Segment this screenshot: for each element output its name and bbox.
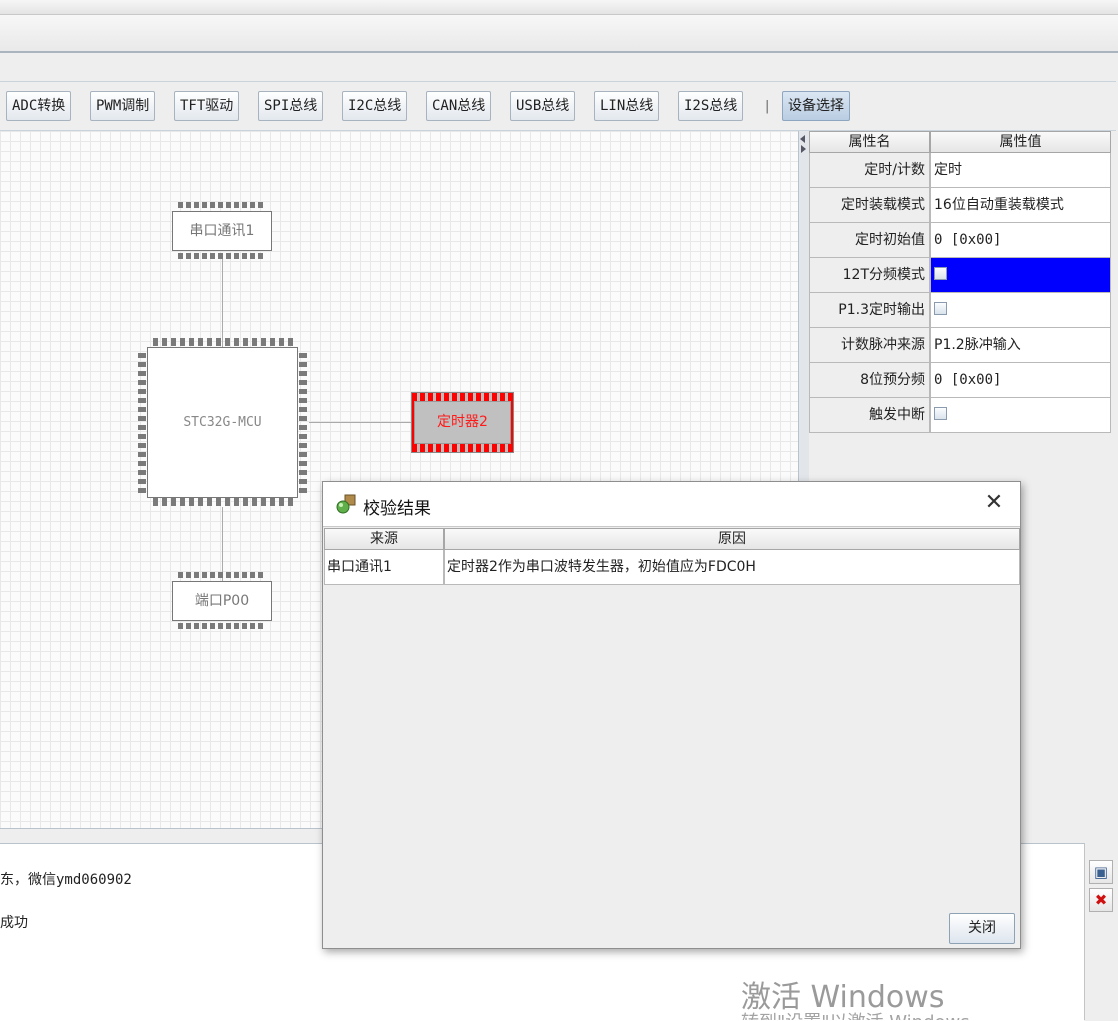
property-value[interactable]: 16位自动重装载模式 [930,188,1111,223]
header-reason[interactable]: 原因 [444,528,1020,550]
result-table: 来源 原因 串口通讯1 定时器2作为串口波特发生器，初始值应为FDC0H [323,526,1020,908]
chip-port[interactable]: 端口P00 [172,572,272,631]
chip-pins [178,572,266,578]
tft-button[interactable]: TFT驱动 [174,91,240,121]
can-button[interactable]: CAN总线 [426,91,492,121]
property-name: 触发中断 [809,398,930,433]
menu-bar [0,15,1118,53]
property-row[interactable]: 计数脉冲来源 P1.2脉冲输入 [809,328,1111,363]
wire-uart-mcu [222,254,223,347]
property-value[interactable]: 定时 [930,153,1111,188]
wire-mcu-port [222,507,223,581]
property-value[interactable]: P1.2脉冲输入 [930,328,1111,363]
interrupt-checkbox[interactable] [934,407,947,420]
property-value[interactable] [930,258,1111,293]
property-row[interactable]: 定时/计数 定时 [809,153,1111,188]
save-icon[interactable]: ▣ [1089,860,1113,884]
window-title-bar [0,0,1118,15]
property-name: 定时/计数 [809,153,930,188]
property-name: 8位预分频 [809,363,930,398]
lin-button[interactable]: LIN总线 [594,91,660,121]
log-line: 东，微信ymd060902 [0,872,132,888]
app-icon [336,494,356,514]
chip-timer[interactable]: 定时器2 [411,392,514,453]
usb-button[interactable]: USB总线 [510,91,576,121]
log-tools: ▣ ✖ [1084,843,1118,1020]
chip-uart-label: 串口通讯1 [172,211,272,251]
toolbar-separator: | [765,99,770,114]
property-row[interactable]: 定时装载模式 16位自动重装载模式 [809,188,1111,223]
dialog-footer: 关闭 [323,907,1020,948]
dialog-title-bar[interactable]: 校验结果 ✕ [323,482,1020,526]
log-line: 成功 [0,915,28,931]
property-row-selected[interactable]: 12T分频模式 [809,258,1111,293]
spi-button[interactable]: SPI总线 [258,91,324,121]
property-name: 定时装载模式 [809,188,930,223]
close-icon[interactable]: ✕ [982,491,1006,515]
12t-checkbox[interactable] [934,267,947,280]
property-value[interactable]: 0 [0x00] [930,363,1111,398]
property-name: 定时初始值 [809,223,930,258]
chip-pins [299,353,307,493]
property-value[interactable] [930,398,1111,433]
property-row[interactable]: P1.3定时输出 [809,293,1111,328]
property-row[interactable]: 触发中断 [809,398,1111,433]
property-value[interactable] [930,293,1111,328]
property-name: 计数脉冲来源 [809,328,930,363]
header-property-value[interactable]: 属性值 [930,131,1111,153]
device-select-button[interactable]: 设备选择 [782,91,850,121]
dialog-title: 校验结果 [363,499,431,519]
property-name: 12T分频模式 [809,258,930,293]
cell-source: 串口通讯1 [324,550,444,585]
chip-uart[interactable]: 串口通讯1 [172,202,272,261]
validation-dialog: 校验结果 ✕ 来源 原因 串口通讯1 定时器2作为串口波特发生器，初始值应为FD… [322,481,1021,949]
toolbar: ADC转换 PWM调制 TFT驱动 SPI总线 I2C总线 CAN总线 USB总… [0,81,1116,131]
close-button[interactable]: 关闭 [949,913,1015,944]
chip-timer-label: 定时器2 [414,401,511,444]
chip-pins [178,253,266,259]
wire-mcu-timer [309,422,412,423]
header-source[interactable]: 来源 [324,528,444,550]
property-row[interactable]: 8位预分频 0 [0x00] [809,363,1111,398]
property-name: P1.3定时输出 [809,293,930,328]
property-table-header: 属性名 属性值 [809,131,1111,153]
chip-mcu-label: STC32G-MCU [147,347,298,498]
i2s-button[interactable]: I2S总线 [678,91,744,121]
chip-pins [178,623,266,629]
cell-reason: 定时器2作为串口波特发生器，初始值应为FDC0H [444,550,1020,585]
adc-button[interactable]: ADC转换 [6,91,72,121]
header-property-name[interactable]: 属性名 [809,131,930,153]
chip-port-label: 端口P00 [172,581,272,621]
chip-pins [138,353,146,493]
pwm-button[interactable]: PWM调制 [90,91,156,121]
property-row[interactable]: 定时初始值 0 [0x00] [809,223,1111,258]
activation-watermark-sub: 转到"设置"以激活 Windows。 [741,1008,988,1020]
p13-output-checkbox[interactable] [934,302,947,315]
i2c-button[interactable]: I2C总线 [342,91,408,121]
collapse-right-icon[interactable] [801,145,806,153]
clear-icon[interactable]: ✖ [1089,888,1113,912]
collapse-left-icon[interactable] [800,135,805,143]
chip-pins [153,498,293,506]
property-value[interactable]: 0 [0x00] [930,223,1111,258]
chip-pins [153,338,293,346]
chip-pins [178,202,266,208]
